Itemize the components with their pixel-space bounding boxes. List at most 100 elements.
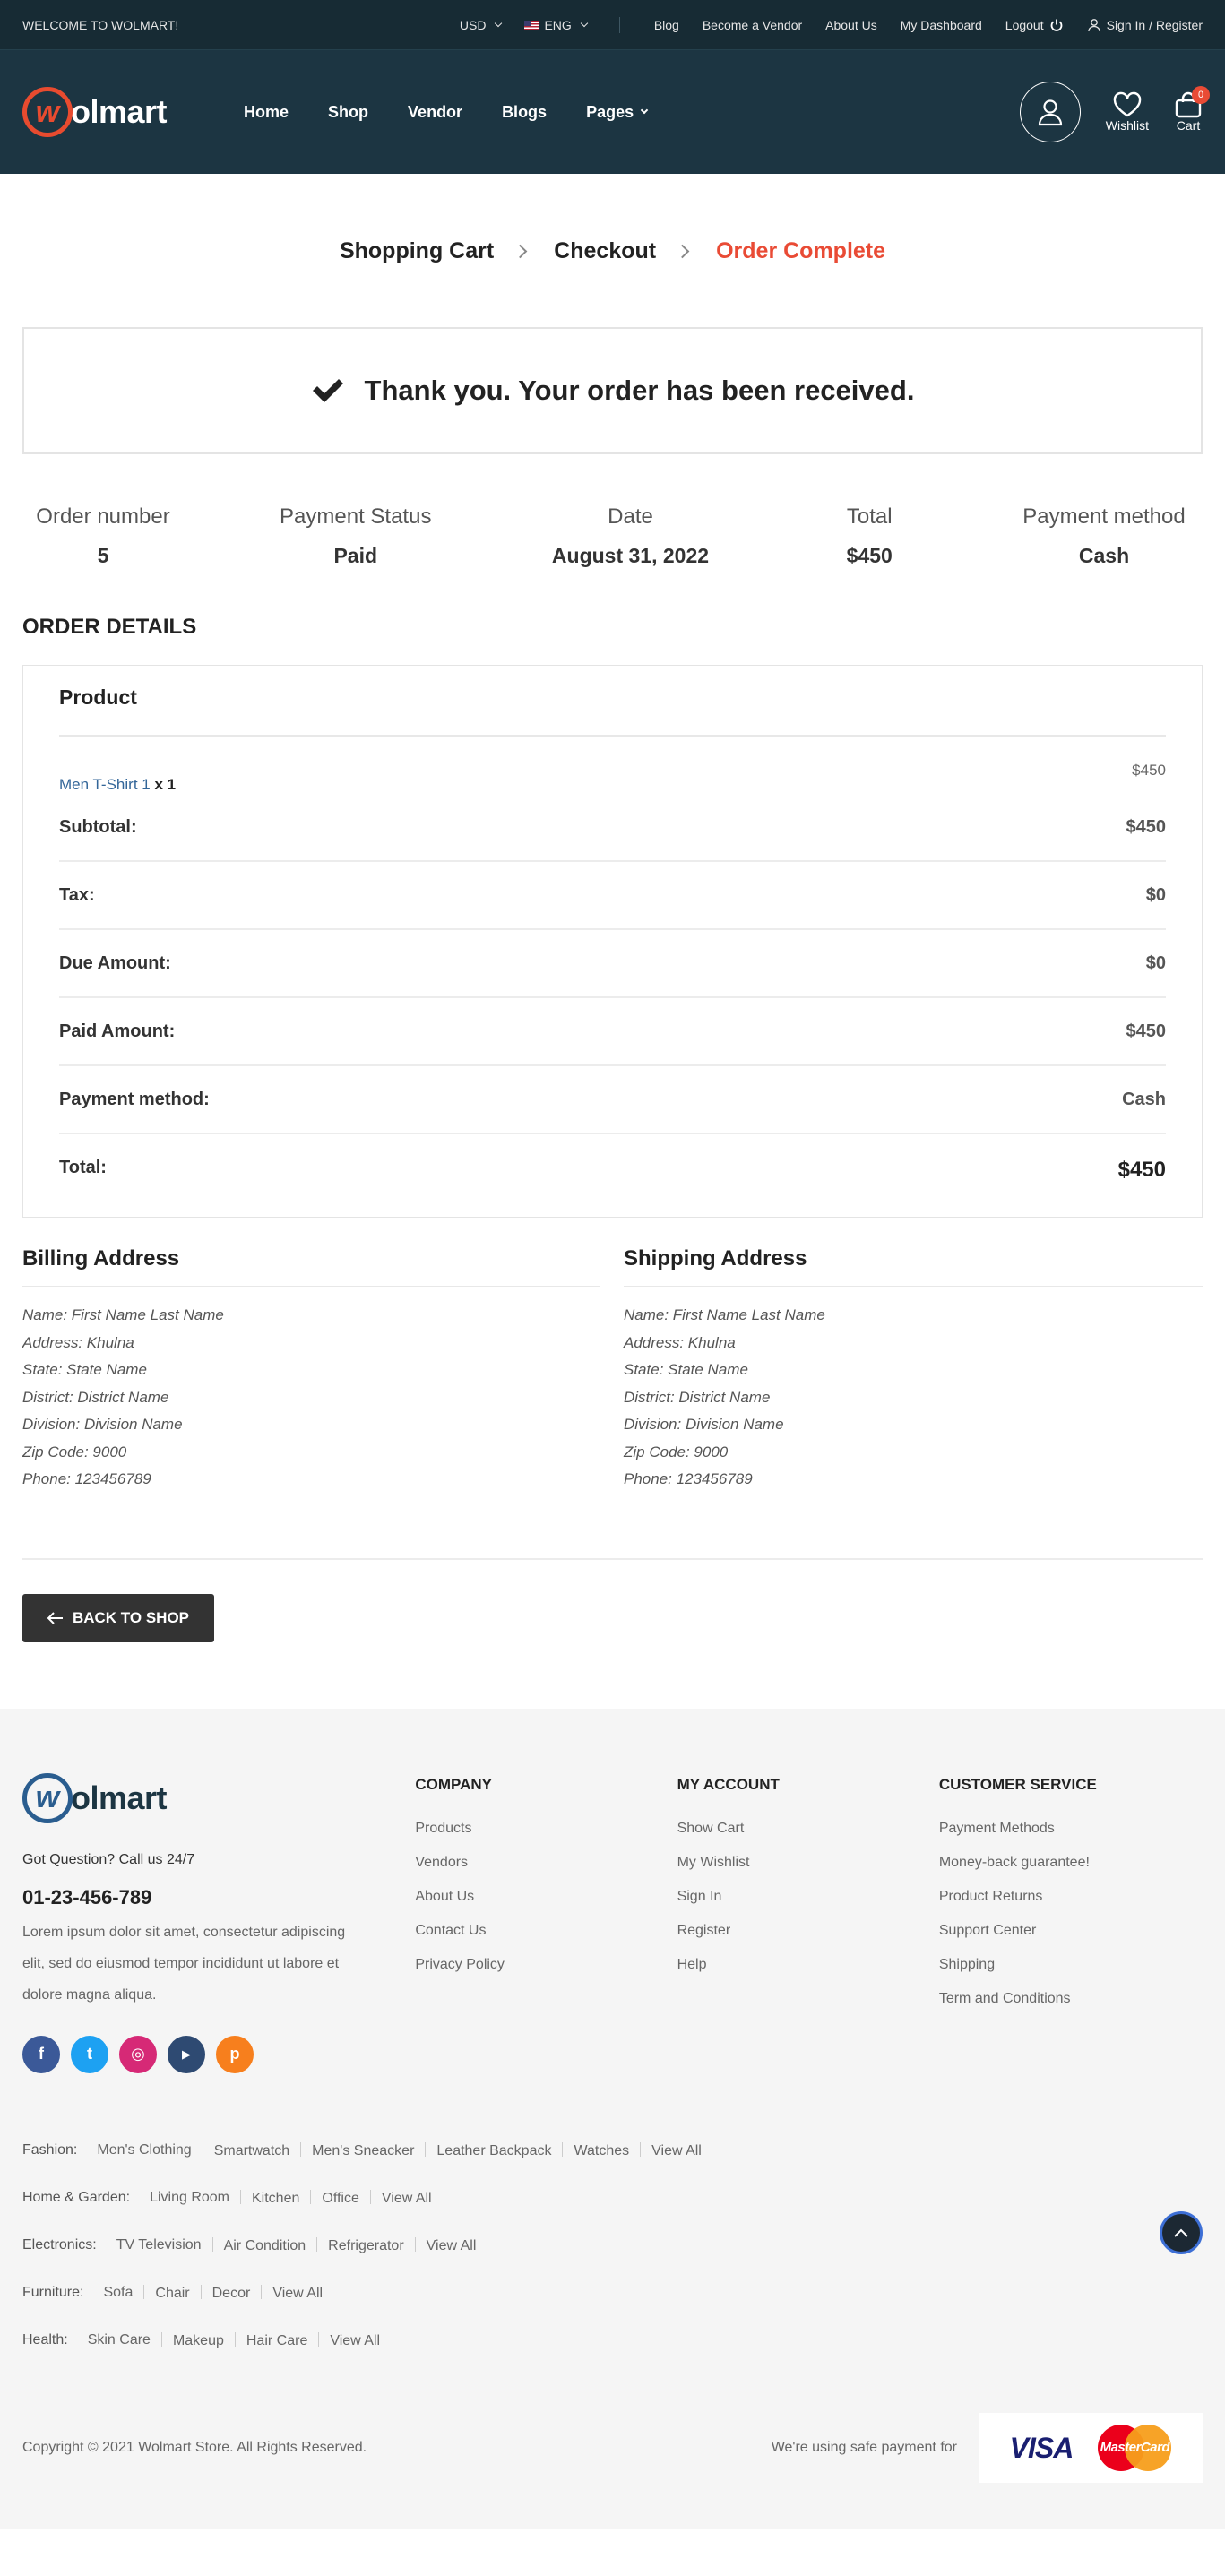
footer-link[interactable]: Vendors	[415, 1846, 677, 1880]
nav-pages[interactable]: Pages	[586, 103, 649, 122]
product-link[interactable]: Men T-Shirt 1	[59, 776, 151, 793]
step-shopping-cart[interactable]: Shopping Cart	[340, 238, 494, 264]
category-link[interactable]: View All	[359, 2190, 432, 2207]
category-link[interactable]: Men's Sneacker	[289, 2142, 414, 2159]
signin-register-link[interactable]: Sign In / Register	[1087, 18, 1203, 32]
chevron-up-icon	[1174, 2228, 1188, 2237]
account-button[interactable]	[1019, 82, 1081, 142]
back-to-shop-button[interactable]: BACK TO SHOP	[22, 1593, 214, 1642]
footer-categories: Fashion: Men's Clothing Smartwatch Men's…	[0, 2127, 1225, 2365]
category-link[interactable]: View All	[404, 2237, 477, 2254]
product-price: $450	[1132, 762, 1166, 779]
summary-label: Total	[846, 504, 893, 529]
footer-link[interactable]: Product Returns	[939, 1880, 1203, 1914]
order-details-table: Product Men T-Shirt 1 x 1 $450 Subtotal:…	[22, 665, 1203, 1218]
category-link[interactable]: Watches	[551, 2142, 629, 2159]
cart-count-badge: 0	[1192, 86, 1210, 104]
power-icon	[1050, 19, 1062, 31]
nav-home[interactable]: Home	[244, 103, 289, 122]
category-link[interactable]: Skin Care	[88, 2332, 151, 2348]
category-link[interactable]: Men's Clothing	[97, 2142, 191, 2158]
row-label: Paid Amount:	[59, 1021, 176, 1041]
logout-link[interactable]: Logout	[1005, 18, 1064, 32]
category-link[interactable]: Living Room	[150, 2190, 229, 2206]
shipping-title: Shipping Address	[624, 1246, 1203, 1287]
nav-blogs[interactable]: Blogs	[502, 103, 547, 122]
category-label: Electronics:	[22, 2237, 97, 2253]
pinterest-icon[interactable]: p	[216, 2035, 254, 2073]
footer-link[interactable]: About Us	[415, 1880, 677, 1914]
category-link[interactable]: Chair	[133, 2285, 189, 2302]
scroll-to-top-button[interactable]	[1160, 2210, 1203, 2254]
facebook-icon[interactable]: f	[22, 2035, 60, 2073]
cart-button[interactable]: Cart 0	[1174, 86, 1210, 133]
total-row: Total: $450	[59, 1134, 1166, 1183]
footer-link[interactable]: Products	[415, 1812, 677, 1846]
become-vendor-link[interactable]: Become a Vendor	[703, 18, 802, 32]
footer-link[interactable]: Support Center	[939, 1914, 1203, 1948]
addresses: Billing Address Name: First Name Last Na…	[0, 1246, 1225, 1494]
logo-text: olmart	[71, 1779, 168, 1816]
paid-amount-row: Paid Amount: $450	[59, 998, 1166, 1066]
footer-link[interactable]: Register	[677, 1914, 939, 1948]
footer-link[interactable]: Privacy Policy	[415, 1948, 677, 1982]
social-links: f t ◎ ▶ p	[22, 2035, 415, 2073]
category-link[interactable]: Kitchen	[229, 2190, 299, 2207]
summary-value: August 31, 2022	[551, 544, 710, 567]
instagram-icon[interactable]: ◎	[119, 2035, 157, 2073]
logo-mark: w	[22, 1772, 73, 1823]
user-icon	[1038, 99, 1062, 126]
step-checkout[interactable]: Checkout	[554, 238, 656, 264]
footer-link[interactable]: Shipping	[939, 1948, 1203, 1982]
footer-link[interactable]: Sign In	[677, 1880, 939, 1914]
product-header: Product	[59, 685, 1166, 737]
category-link[interactable]: Leather Backpack	[414, 2142, 551, 2159]
due-amount-row: Due Amount: $0	[59, 930, 1166, 998]
category-link[interactable]: TV Television	[116, 2237, 202, 2253]
category-link[interactable]: Refrigerator	[306, 2237, 403, 2254]
language-select[interactable]: ENG	[524, 18, 589, 32]
billing-line: Address: Khulna	[22, 1333, 134, 1351]
summary-value: Paid	[333, 544, 378, 567]
footer-link[interactable]: Show Cart	[677, 1812, 939, 1846]
twitter-icon[interactable]: t	[71, 2035, 108, 2073]
footer-link[interactable]: Contact Us	[415, 1914, 677, 1948]
footer-link[interactable]: Money-back guarantee!	[939, 1846, 1203, 1880]
footer-phone[interactable]: 01-23-456-789	[22, 1886, 415, 1909]
row-value: $0	[1145, 953, 1166, 973]
chevron-down-icon	[580, 19, 589, 28]
category-link[interactable]: View All	[307, 2332, 380, 2349]
step-order-complete: Order Complete	[716, 238, 886, 263]
category-link[interactable]: View All	[629, 2142, 702, 2159]
footer-link[interactable]: My Wishlist	[677, 1846, 939, 1880]
currency-label: USD	[459, 18, 487, 32]
wishlist-button[interactable]: Wishlist	[1106, 91, 1149, 133]
category-link[interactable]: Sofa	[103, 2285, 133, 2301]
footer-company: COMPANY Products Vendors About Us Contac…	[415, 1773, 677, 2073]
category-link[interactable]: Decor	[190, 2285, 251, 2302]
top-bar: WELCOME TO WOLMART! USD ENG Blog Become …	[0, 0, 1225, 50]
my-dashboard-link[interactable]: My Dashboard	[901, 18, 982, 32]
category-link[interactable]: Makeup	[151, 2332, 224, 2349]
about-us-link[interactable]: About Us	[825, 18, 877, 32]
category-link[interactable]: Hair Care	[224, 2332, 307, 2349]
currency-select[interactable]: USD	[459, 18, 503, 32]
blog-link[interactable]: Blog	[654, 18, 679, 32]
shipping-line: Division: Division Name	[624, 1416, 784, 1433]
welcome-text: WELCOME TO WOLMART!	[22, 18, 179, 32]
category-link[interactable]: View All	[250, 2285, 323, 2302]
billing-line: Division: Division Name	[22, 1416, 183, 1433]
row-label: Total:	[59, 1158, 107, 1177]
category-link[interactable]: Smartwatch	[192, 2142, 289, 2159]
footer-link[interactable]: Help	[677, 1948, 939, 1982]
category-link[interactable]: Office	[299, 2190, 359, 2207]
youtube-icon[interactable]: ▶	[168, 2035, 205, 2073]
footer-link[interactable]: Payment Methods	[939, 1812, 1203, 1846]
nav-vendor[interactable]: Vendor	[408, 103, 462, 122]
nav-shop[interactable]: Shop	[328, 103, 368, 122]
footer-link[interactable]: Term and Conditions	[939, 1982, 1203, 2016]
category-row-electronics: Electronics: TV Television Air Condition…	[22, 2222, 1203, 2270]
site-logo[interactable]: w olmart	[22, 87, 168, 137]
footer-logo[interactable]: w olmart	[22, 1772, 415, 1823]
category-link[interactable]: Air Condition	[202, 2237, 306, 2254]
